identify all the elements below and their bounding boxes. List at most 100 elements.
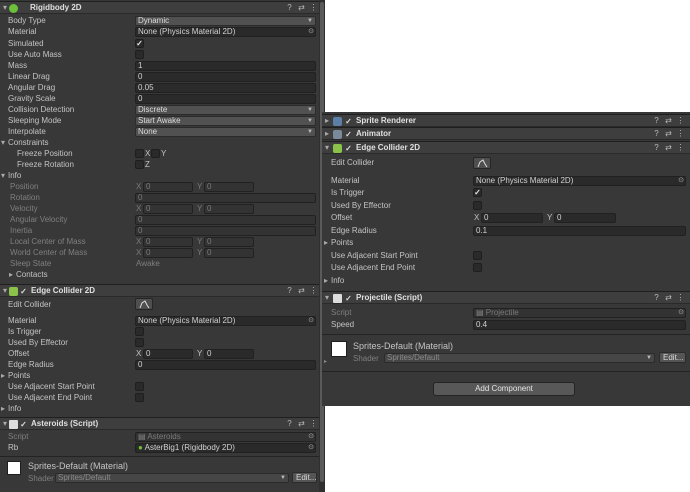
foldout-arrow-icon[interactable]: ▾ [1, 171, 5, 180]
object-picker-icon[interactable]: ⊙ [308, 317, 314, 325]
mass-field[interactable]: 1 [135, 61, 316, 71]
edit-shader-button[interactable]: Edit... [659, 352, 686, 363]
foldout-arrow-icon[interactable]: ▸ [323, 128, 331, 140]
help-icon[interactable]: ? [652, 292, 661, 304]
help-icon[interactable]: ? [285, 285, 294, 297]
kebab-menu-icon[interactable]: ⋮ [309, 285, 318, 297]
presets-icon[interactable]: ⇄ [664, 142, 673, 154]
speed-field[interactable]: 0.4 [473, 320, 686, 330]
foldout-arrow-icon[interactable]: ▾ [323, 292, 331, 304]
used-by-effector-checkbox[interactable] [135, 338, 144, 347]
help-icon[interactable]: ? [652, 128, 661, 140]
presets-icon[interactable]: ⇄ [297, 418, 306, 430]
help-icon[interactable]: ? [285, 2, 294, 14]
component-header-animator[interactable]: ▸ ✓ Animator ? ⇄ ⋮ [322, 127, 690, 140]
used-by-effector-checkbox[interactable] [473, 201, 482, 210]
foldout-arrow-icon[interactable]: ▾ [1, 2, 9, 14]
enabled-checkbox[interactable]: ✓ [344, 130, 353, 139]
foldout-arrow-icon[interactable]: ▸ [1, 371, 5, 380]
adjacent-start-checkbox[interactable] [473, 251, 482, 260]
shader-dropdown[interactable]: Sprites/Default ▼ [55, 473, 289, 483]
info-label[interactable]: Info [331, 276, 344, 285]
rotation-label: Rotation [10, 193, 40, 202]
presets-icon[interactable]: ⇄ [297, 285, 306, 297]
angular-drag-field[interactable]: 0.05 [135, 83, 316, 93]
enabled-checkbox[interactable]: ✓ [19, 287, 28, 296]
body-type-dropdown[interactable]: Dynamic ▼ [135, 16, 316, 26]
freeze-position-x-checkbox[interactable] [135, 149, 144, 158]
enabled-checkbox[interactable]: ✓ [344, 117, 353, 126]
foldout-arrow-icon[interactable]: ▾ [1, 418, 9, 430]
presets-icon[interactable]: ⇄ [664, 115, 673, 127]
auto-mass-checkbox[interactable] [135, 50, 144, 59]
object-picker-icon[interactable]: ⊙ [308, 28, 314, 36]
kebab-menu-icon[interactable]: ⋮ [676, 128, 685, 140]
foldout-arrow-icon[interactable]: ▸ [324, 358, 327, 365]
component-header-edge-collider[interactable]: ▾ ✓ Edge Collider 2D ? ⇄ ⋮ [0, 284, 325, 297]
collision-detection-dropdown[interactable]: Discrete ▼ [135, 105, 316, 115]
presets-icon[interactable]: ⇄ [664, 128, 673, 140]
contacts-label[interactable]: Contacts [16, 270, 48, 279]
is-trigger-checkbox[interactable]: ✓ [473, 188, 482, 197]
edit-collider-button[interactable] [473, 157, 491, 169]
presets-icon[interactable]: ⇄ [664, 292, 673, 304]
foldout-arrow-icon[interactable]: ▸ [9, 270, 13, 279]
enabled-checkbox[interactable]: ✓ [344, 144, 353, 153]
shader-dropdown[interactable]: Sprites/Default ▼ [384, 353, 655, 363]
kebab-menu-icon[interactable]: ⋮ [309, 418, 318, 430]
help-icon[interactable]: ? [285, 418, 294, 430]
material-field[interactable]: None (Physics Material 2D) ⊙ [135, 316, 316, 326]
enabled-checkbox[interactable]: ✓ [19, 420, 28, 429]
freeze-rotation-z-checkbox[interactable] [135, 160, 144, 169]
sleeping-mode-dropdown[interactable]: Start Awake ▼ [135, 116, 316, 126]
edge-radius-field[interactable]: 0.1 [473, 226, 686, 236]
object-picker-icon[interactable]: ⊙ [678, 177, 684, 185]
presets-icon[interactable]: ⇄ [297, 2, 306, 14]
foldout-arrow-icon[interactable]: ▾ [323, 142, 331, 154]
kebab-menu-icon[interactable]: ⋮ [676, 292, 685, 304]
kebab-menu-icon[interactable]: ⋮ [309, 2, 318, 14]
rb-field[interactable]: ● AsterBig1 (Rigidbody 2D) ⊙ [135, 443, 316, 453]
foldout-arrow-icon[interactable]: ▸ [324, 276, 328, 285]
edge-radius-field[interactable]: 0 [135, 360, 316, 370]
component-header-edge-collider[interactable]: ▾ ✓ Edge Collider 2D ? ⇄ ⋮ [322, 141, 690, 154]
foldout-arrow-icon[interactable]: ▸ [1, 404, 5, 413]
component-header-rigidbody2d[interactable]: ▾ Rigidbody 2D ? ⇄ ⋮ [0, 1, 325, 14]
help-icon[interactable]: ? [652, 115, 661, 127]
material-field[interactable]: None (Physics Material 2D) ⊙ [473, 176, 686, 186]
offset-x-field[interactable]: 0 [481, 213, 543, 223]
info-label[interactable]: Info [8, 404, 21, 413]
info-label[interactable]: Info [8, 171, 21, 180]
edit-shader-button[interactable]: Edit... [292, 472, 317, 483]
adjacent-end-checkbox[interactable] [473, 263, 482, 272]
simulated-checkbox[interactable]: ✓ [135, 39, 144, 48]
object-picker-icon[interactable]: ⊙ [308, 444, 314, 452]
adjacent-end-checkbox[interactable] [135, 393, 144, 402]
edit-collider-button[interactable] [135, 298, 153, 310]
foldout-arrow-icon[interactable]: ▸ [324, 238, 328, 247]
constraints-label[interactable]: Constraints [8, 138, 48, 147]
freeze-position-y-checkbox[interactable] [151, 149, 160, 158]
offset-y-field[interactable]: 0 [554, 213, 616, 223]
points-label[interactable]: Points [8, 371, 30, 380]
add-component-button[interactable]: Add Component [433, 382, 575, 396]
offset-x-field[interactable]: 0 [143, 349, 193, 359]
material-field[interactable]: None (Physics Material 2D) ⊙ [135, 27, 316, 37]
kebab-menu-icon[interactable]: ⋮ [676, 115, 685, 127]
component-header-sprite-renderer[interactable]: ▸ ✓ Sprite Renderer ? ⇄ ⋮ [322, 114, 690, 127]
kebab-menu-icon[interactable]: ⋮ [676, 142, 685, 154]
points-label[interactable]: Points [331, 238, 353, 247]
foldout-arrow-icon[interactable]: ▾ [1, 138, 5, 147]
foldout-arrow-icon[interactable]: ▾ [1, 285, 9, 297]
linear-drag-field[interactable]: 0 [135, 72, 316, 82]
foldout-arrow-icon[interactable]: ▸ [323, 115, 331, 127]
component-header-projectile-script[interactable]: ▾ ✓ Projectile (Script) ? ⇄ ⋮ [322, 291, 690, 304]
gravity-scale-field[interactable]: 0 [135, 94, 316, 104]
help-icon[interactable]: ? [652, 142, 661, 154]
is-trigger-checkbox[interactable] [135, 327, 144, 336]
enabled-checkbox[interactable]: ✓ [344, 294, 353, 303]
offset-y-field[interactable]: 0 [204, 349, 254, 359]
adjacent-start-checkbox[interactable] [135, 382, 144, 391]
interpolate-dropdown[interactable]: None ▼ [135, 127, 316, 137]
component-header-asteroids-script[interactable]: ▾ ✓ Asteroids (Script) ? ⇄ ⋮ [0, 417, 325, 430]
